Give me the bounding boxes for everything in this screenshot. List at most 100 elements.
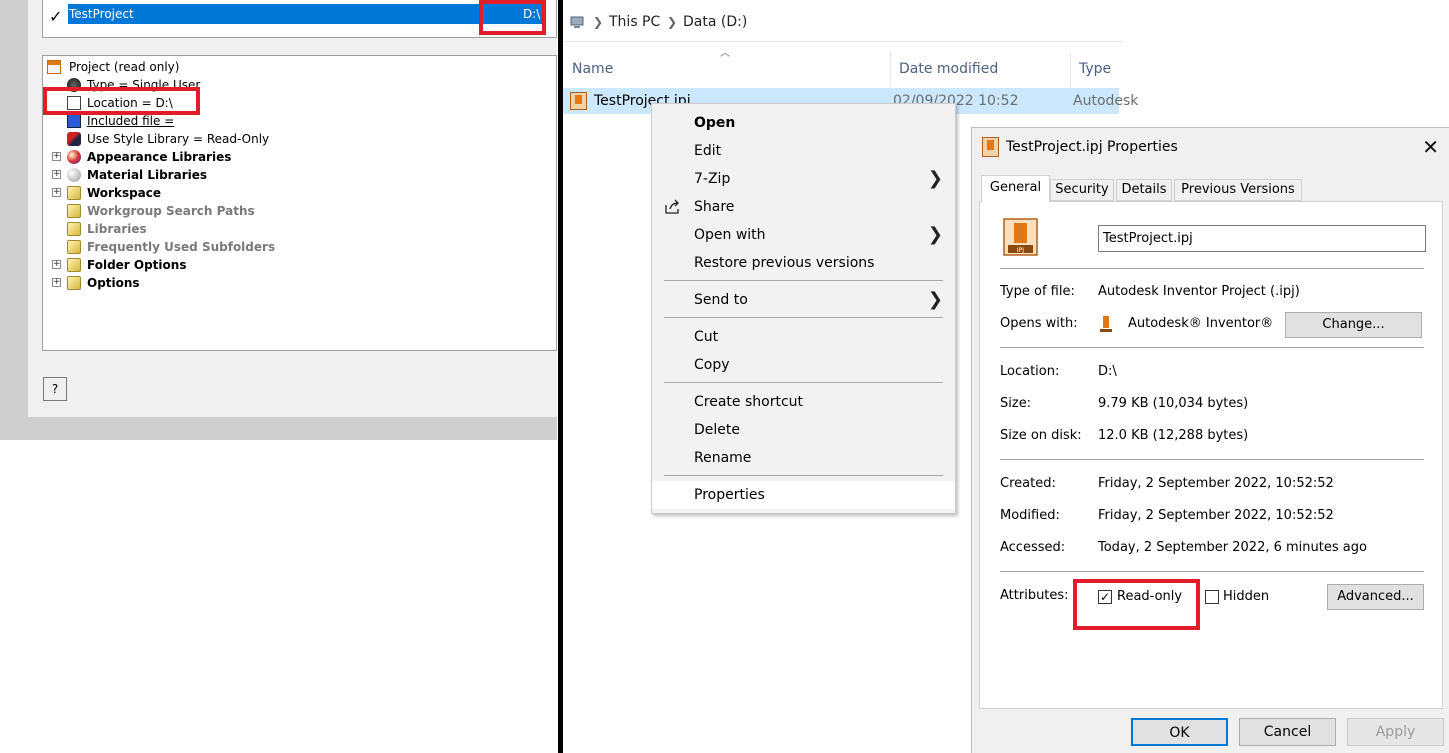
menu-item-rename[interactable]: Rename <box>652 444 955 472</box>
accessed-value: Today, 2 September 2022, 6 minutes ago <box>1098 540 1367 555</box>
cancel-button[interactable]: Cancel <box>1239 718 1336 746</box>
submenu-arrow-icon: ❯ <box>927 168 943 189</box>
advanced-button[interactable]: Advanced... <box>1327 584 1424 610</box>
hidden-checkbox[interactable] <box>1205 590 1219 604</box>
ipj-file-icon <box>982 137 999 157</box>
subfolders-icon <box>67 240 81 254</box>
options-icon <box>67 276 81 290</box>
tree-item-label: Options <box>87 276 140 290</box>
change-button[interactable]: Change... <box>1285 312 1422 338</box>
menu-item-open-with[interactable]: Open with ❯ <box>652 221 955 249</box>
menu-item-label: Properties <box>694 487 765 503</box>
location-value: D:\ <box>1098 364 1117 379</box>
expand-icon[interactable]: + <box>52 152 61 161</box>
tab-general[interactable]: General <box>981 175 1050 202</box>
address-bar[interactable]: ❯ This PC ❯ Data (D:) <box>563 4 1123 42</box>
tree-item-label: Workgroup Search Paths <box>87 204 255 218</box>
file-type: Autodesk <box>1073 93 1139 109</box>
inventor-app-icon <box>1100 316 1112 332</box>
column-date-modified[interactable]: Date modified <box>890 52 1070 86</box>
attributes-label: Attributes: <box>1000 588 1069 603</box>
project-name: TestProject <box>69 7 134 21</box>
file-link-icon <box>67 114 81 128</box>
menu-item-label: Open with <box>694 227 766 243</box>
libraries-icon <box>67 222 81 236</box>
menu-item-properties[interactable]: Properties <box>652 481 955 509</box>
this-pc-icon <box>570 16 584 28</box>
appearance-library-icon <box>67 150 81 164</box>
expand-icon[interactable]: + <box>52 260 61 269</box>
context-menu: Open Edit 7-Zip ❯ Share Open with ❯ Restore pre… <box>651 103 956 514</box>
tree-item-label: Appearance Libraries <box>87 150 232 164</box>
menu-item-label: Send to <box>694 292 748 308</box>
tree-item-label: Material Libraries <box>87 168 208 182</box>
help-button[interactable]: ? <box>43 377 67 401</box>
modified-label: Modified: <box>1000 508 1060 523</box>
expand-icon[interactable]: + <box>52 188 61 197</box>
tree-root-label: Project (read only) <box>69 60 180 74</box>
tab-previous-versions[interactable]: Previous Versions <box>1174 179 1302 201</box>
hidden-label: Hidden <box>1223 589 1270 604</box>
column-name[interactable]: Name <box>563 52 890 86</box>
breadcrumb-data-drive[interactable]: Data (D:) <box>683 4 747 40</box>
menu-item-copy[interactable]: Copy <box>652 351 955 379</box>
general-tab-panel: IPJ TestProject.ipj Type of file: Autode… <box>979 201 1443 709</box>
location-label: Location: <box>1000 364 1060 379</box>
menu-item-label: Rename <box>694 450 752 466</box>
highlight-path-box <box>479 0 546 35</box>
menu-item-cut[interactable]: Cut <box>652 323 955 351</box>
file-name-field[interactable]: TestProject.ipj <box>1098 225 1426 252</box>
menu-item-send-to[interactable]: Send to ❯ <box>652 286 955 314</box>
tab-security[interactable]: Security <box>1050 179 1114 201</box>
folder-options-icon <box>67 258 81 272</box>
menu-item-7-zip[interactable]: 7-Zip ❯ <box>652 165 955 193</box>
breadcrumb-this-pc[interactable]: This PC <box>609 4 660 40</box>
breadcrumb-chevron-icon: ❯ <box>593 15 604 29</box>
dialog-title: TestProject.ipj Properties <box>1006 139 1178 155</box>
menu-item-delete[interactable]: Delete <box>652 416 955 444</box>
tree-item-label: Libraries <box>87 222 147 236</box>
workgroup-icon <box>67 204 81 218</box>
menu-item-share[interactable]: Share <box>652 193 955 221</box>
tree-item-label: Folder Options <box>87 258 187 272</box>
tab-details[interactable]: Details <box>1116 179 1172 201</box>
tree-item-label: Frequently Used Subfolders <box>87 240 276 254</box>
breadcrumb-chevron-icon: ❯ <box>667 15 678 29</box>
menu-separator <box>664 382 943 383</box>
menu-item-create-shortcut[interactable]: Create shortcut <box>652 388 955 416</box>
active-check-icon: ✓ <box>49 7 63 26</box>
highlight-location-box <box>43 87 200 115</box>
icon-badge-text: IPJ <box>1017 247 1024 254</box>
menu-item-label: Create shortcut <box>694 394 804 410</box>
column-headers: Name Date modified Type <box>563 52 1123 86</box>
opens-with-label: Opens with: <box>1000 316 1078 331</box>
highlight-readonly-box <box>1073 579 1200 630</box>
menu-separator <box>664 475 943 476</box>
tree-item-label: Use Style Library = Read-Only <box>87 132 270 146</box>
tree-item-label: Workspace <box>87 186 162 200</box>
menu-item-label: 7-Zip <box>694 171 731 187</box>
properties-dialog: TestProject.ipj Properties ✕ General Sec… <box>971 127 1449 753</box>
menu-item-edit[interactable]: Edit <box>652 137 955 165</box>
column-type[interactable]: Type <box>1070 52 1123 86</box>
ipj-large-file-icon: IPJ <box>1003 218 1038 256</box>
menu-item-label: Copy <box>694 357 730 373</box>
created-label: Created: <box>1000 476 1056 491</box>
close-icon[interactable]: ✕ <box>1422 128 1439 166</box>
workspace-icon <box>67 186 81 200</box>
apply-button[interactable]: Apply <box>1347 718 1444 746</box>
type-of-file-value: Autodesk Inventor Project (.ipj) <box>1098 284 1300 299</box>
size-on-disk-value: 12.0 KB (12,288 bytes) <box>1098 428 1249 443</box>
menu-separator <box>664 317 943 318</box>
separator <box>1000 459 1424 460</box>
ok-button[interactable]: OK <box>1131 718 1228 746</box>
project-row-active[interactable]: ✓ TestProject D:\ <box>49 4 546 26</box>
created-value: Friday, 2 September 2022, 10:52:52 <box>1098 476 1334 491</box>
menu-item-open[interactable]: Open <box>652 109 955 137</box>
size-value: 9.79 KB (10,034 bytes) <box>1098 396 1249 411</box>
expand-icon[interactable]: + <box>52 278 61 287</box>
menu-item-label: Share <box>694 199 735 215</box>
ipj-file-icon <box>570 92 587 110</box>
expand-icon[interactable]: + <box>52 170 61 179</box>
menu-item-restore-previous-versions[interactable]: Restore previous versions <box>652 249 955 277</box>
